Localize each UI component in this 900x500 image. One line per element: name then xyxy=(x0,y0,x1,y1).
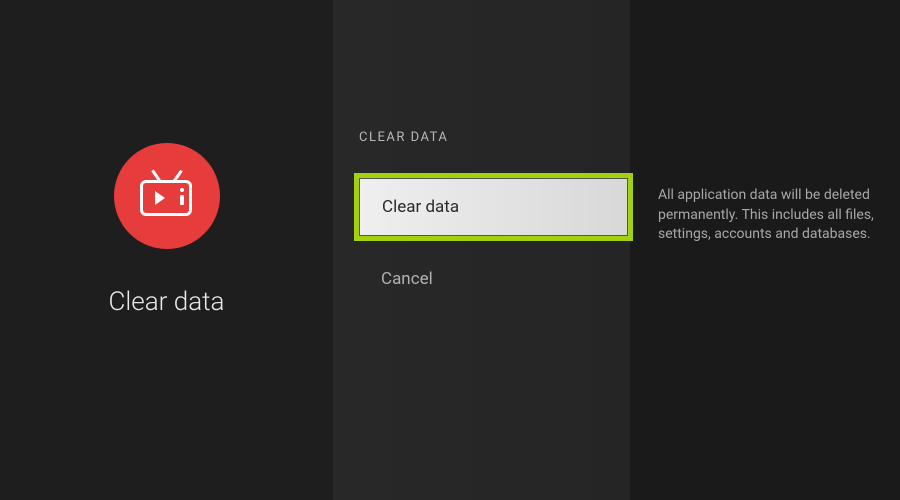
option-clear-data-highlight: Clear data xyxy=(354,173,633,241)
option-cancel[interactable]: Cancel xyxy=(359,253,628,305)
tv-play-icon xyxy=(140,176,194,216)
app-icon xyxy=(114,143,220,249)
description-panel: All application data will be deleted per… xyxy=(630,0,900,500)
page-title: Clear data xyxy=(109,287,225,317)
section-header: CLEAR DATA xyxy=(359,130,628,145)
left-panel: Clear data xyxy=(0,0,333,500)
description-text: All application data will be deleted per… xyxy=(658,186,880,245)
options-panel: CLEAR DATA Clear data Cancel xyxy=(333,0,630,500)
option-clear-data[interactable]: Clear data xyxy=(359,178,628,236)
